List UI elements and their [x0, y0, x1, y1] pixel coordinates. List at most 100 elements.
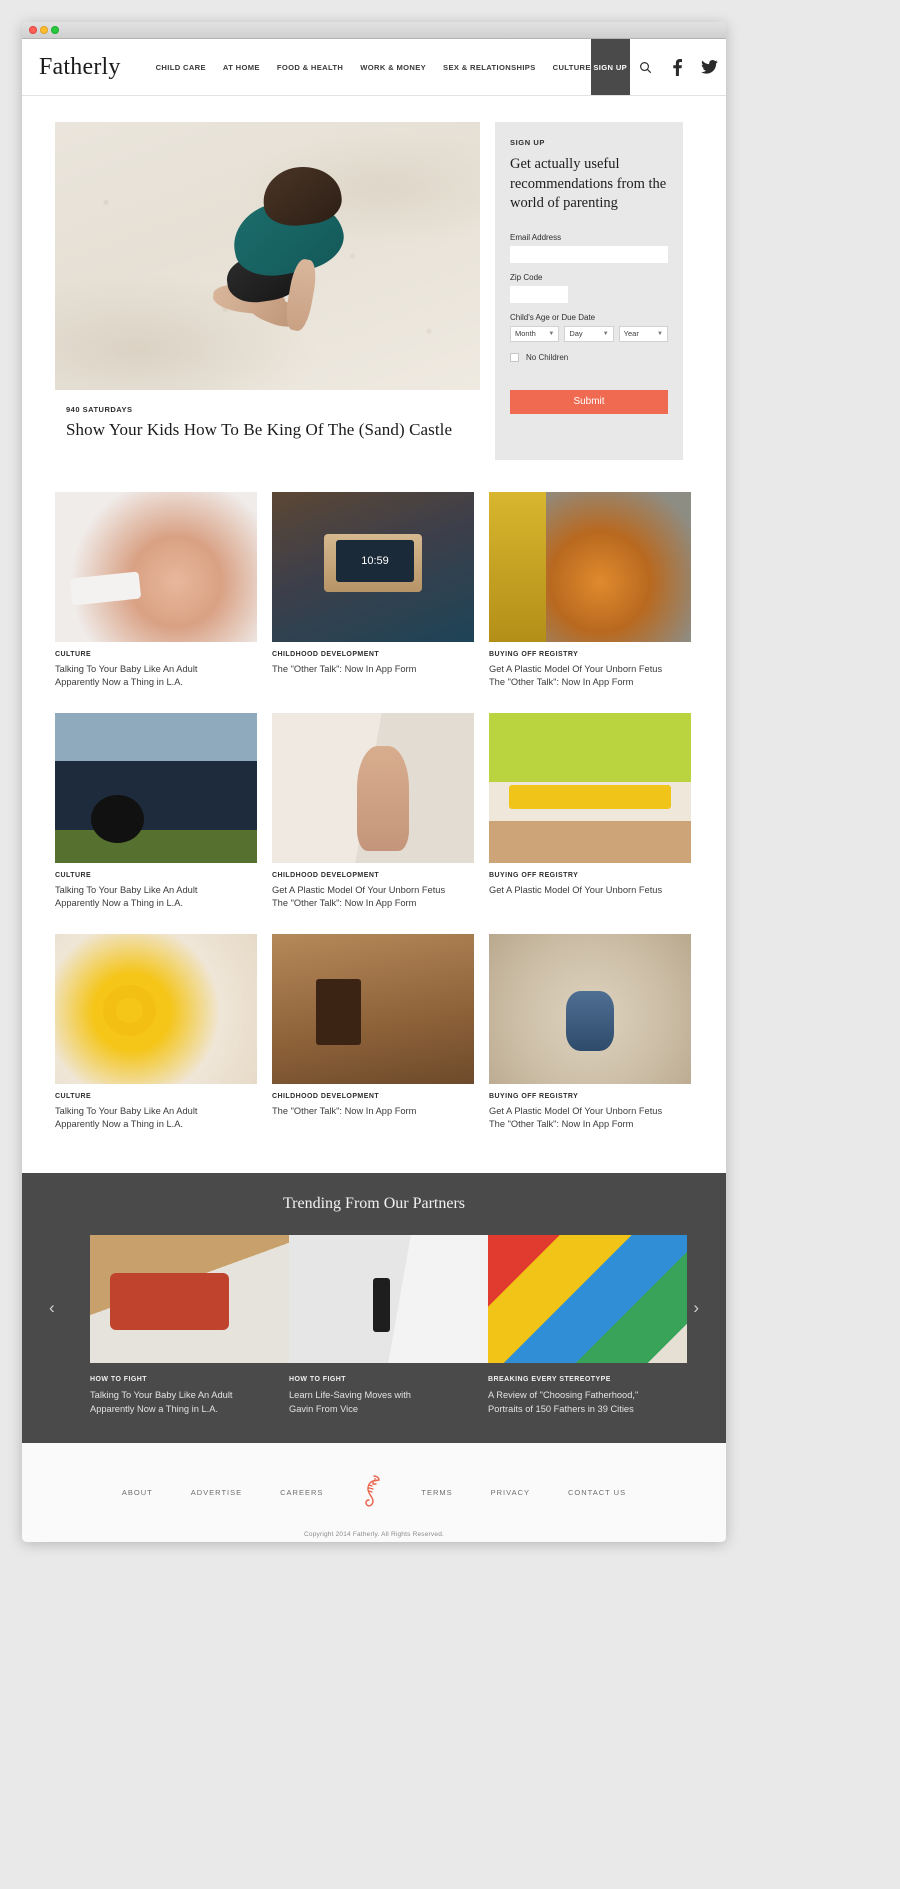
- footer-link-privacy[interactable]: PRIVACY: [491, 1488, 530, 1497]
- nav-item-food-health[interactable]: FOOD & HEALTH: [277, 63, 343, 72]
- trending-card[interactable]: HOW TO FIGHT Talking To Your Baby Like A…: [90, 1234, 289, 1417]
- site-logo[interactable]: Fatherly: [22, 39, 156, 95]
- article-kicker: CHILDHOOD DEVELOPMENT: [272, 871, 380, 879]
- article-photo: [489, 933, 691, 1084]
- twitter-icon[interactable]: [694, 39, 726, 95]
- header-signup-button[interactable]: SIGN UP: [590, 39, 630, 95]
- hero-kicker: 940 SATURDAYS: [66, 405, 133, 414]
- article-title-line1: The "Other Talk": Now In App Form: [272, 1105, 417, 1116]
- article-photo: [55, 933, 257, 1084]
- day-select-value: Day: [569, 329, 583, 339]
- month-select-value: Month: [515, 329, 536, 339]
- browser-window: Fatherly CHILD CARE AT HOME FOOD & HEALT…: [22, 22, 726, 1542]
- article-photo: [489, 492, 691, 642]
- footer-link-about[interactable]: ABOUT: [122, 1488, 153, 1497]
- article-kicker: BUYING OFF REGISTRY: [489, 1092, 579, 1100]
- trending-photo: [90, 1234, 289, 1363]
- footer-link-terms[interactable]: TERMS: [421, 1488, 452, 1497]
- window-titlebar: [22, 22, 726, 39]
- chevron-down-icon: ▼: [548, 330, 555, 337]
- no-children-label: No Children: [526, 352, 569, 362]
- trending-title-line1: Talking To Your Baby Like An Adult: [90, 1389, 233, 1400]
- seahorse-icon[interactable]: [361, 1473, 383, 1513]
- article-title-line1: Talking To Your Baby Like An Adult: [55, 1105, 198, 1116]
- email-field[interactable]: [510, 245, 668, 263]
- minimize-window-button[interactable]: [40, 26, 48, 34]
- article-title-line1: The "Other Talk": Now In App Form: [272, 664, 417, 674]
- nav-item-sex-relationships[interactable]: SEX & RELATIONSHIPS: [443, 63, 536, 72]
- close-window-button[interactable]: [29, 26, 37, 34]
- footer-link-contact-us[interactable]: CONTACT US: [568, 1488, 626, 1497]
- trending-kicker: BREAKING EVERY STEREOTYPE: [488, 1375, 611, 1383]
- trending-card[interactable]: BREAKING EVERY STEREOTYPE A Review of "C…: [488, 1234, 687, 1417]
- trending-section: Trending From Our Partners ‹ › HOW TO FI…: [22, 1172, 726, 1443]
- hero-title[interactable]: Show Your Kids How To Be King Of The (Sa…: [66, 420, 480, 440]
- hero-caption: 940 SATURDAYS Show Your Kids How To Be K…: [55, 390, 480, 460]
- carousel-prev-icon[interactable]: ‹: [49, 1298, 55, 1318]
- article-kicker: BUYING OFF REGISTRY: [489, 871, 579, 879]
- hero-article[interactable]: 940 SATURDAYS Show Your Kids How To Be K…: [55, 122, 480, 460]
- dob-label: Child's Age or Due Date: [510, 312, 596, 322]
- article-kicker: CULTURE: [55, 871, 92, 879]
- article-card[interactable]: CHILDHOOD DEVELOPMENT Get A Plastic Mode…: [272, 712, 474, 911]
- copyright-text: Copyright 2014 Fatherly. All Rights Rese…: [303, 1530, 445, 1538]
- zip-label: Zip Code: [510, 272, 543, 282]
- year-select[interactable]: Year ▼: [618, 325, 668, 342]
- article-kicker: CHILDHOOD DEVELOPMENT: [272, 1092, 380, 1100]
- nav-item-child-care[interactable]: CHILD CARE: [156, 63, 206, 72]
- article-card[interactable]: CULTURE Talking To Your Baby Like An Adu…: [55, 492, 257, 690]
- article-photo: [272, 933, 474, 1084]
- article-photo: [55, 712, 257, 863]
- footer-link-advertise[interactable]: ADVERTISE: [191, 1488, 242, 1497]
- footer-links: ABOUT ADVERTISE CAREERS TERMS PRIVACY CO…: [22, 1473, 726, 1513]
- facebook-icon[interactable]: [662, 39, 694, 95]
- trending-title-line1: Learn Life-Saving Moves with: [289, 1389, 411, 1400]
- search-icon[interactable]: [630, 39, 662, 95]
- article-card[interactable]: CULTURE Talking To Your Baby Like An Adu…: [55, 933, 257, 1132]
- article-card[interactable]: CHILDHOOD DEVELOPMENT The "Other Talk": …: [272, 933, 474, 1132]
- article-kicker: CHILDHOOD DEVELOPMENT: [272, 651, 380, 658]
- article-title-line2: The "Other Talk": Now In App Form: [489, 1119, 634, 1130]
- article-title-line2: The "Other Talk": Now In App Form: [489, 677, 634, 688]
- article-title-line2: Apparently Now a Thing in L.A.: [55, 898, 183, 909]
- article-title-line1: Get A Plastic Model Of Your Unborn Fetus: [272, 884, 446, 895]
- article-card[interactable]: 10:59 CHILDHOOD DEVELOPMENT The "Other T…: [272, 492, 474, 690]
- no-children-checkbox[interactable]: [510, 352, 519, 362]
- no-children-row: No Children: [510, 352, 668, 362]
- submit-button[interactable]: Submit: [510, 389, 668, 414]
- article-card[interactable]: BUYING OFF REGISTRY Get A Plastic Model …: [489, 492, 691, 690]
- dob-selectors: Month ▼ Day ▼ Year ▼: [510, 325, 668, 342]
- month-select[interactable]: Month ▼: [510, 325, 560, 342]
- article-photo: [489, 712, 691, 863]
- footer-link-careers[interactable]: CAREERS: [280, 1488, 323, 1497]
- article-title-line2: Apparently Now a Thing in L.A.: [55, 1119, 183, 1130]
- clock-time-display: 10:59: [336, 540, 414, 582]
- trending-carousel: HOW TO FIGHT Talking To Your Baby Like A…: [22, 1234, 726, 1417]
- page-content: 940 SATURDAYS Show Your Kids How To Be K…: [22, 96, 726, 1173]
- top-section: 940 SATURDAYS Show Your Kids How To Be K…: [55, 96, 693, 460]
- article-row: CULTURE Talking To Your Baby Like An Adu…: [55, 492, 693, 690]
- article-card[interactable]: CULTURE Talking To Your Baby Like An Adu…: [55, 712, 257, 911]
- nav-item-at-home[interactable]: AT HOME: [223, 63, 260, 72]
- article-card[interactable]: BUYING OFF REGISTRY Get A Plastic Model …: [489, 933, 691, 1132]
- article-row: CULTURE Talking To Your Baby Like An Adu…: [55, 933, 693, 1132]
- carousel-next-icon[interactable]: ›: [693, 1298, 699, 1318]
- trending-kicker: HOW TO FIGHT: [289, 1375, 346, 1383]
- zoom-window-button[interactable]: [51, 26, 59, 34]
- trending-kicker: HOW TO FIGHT: [90, 1375, 147, 1383]
- day-select[interactable]: Day ▼: [564, 325, 614, 342]
- trending-title: Trending From Our Partners: [282, 1194, 466, 1212]
- chevron-down-icon: ▼: [657, 330, 663, 337]
- trending-card[interactable]: HOW TO FIGHT Learn Life-Saving Moves wit…: [289, 1234, 488, 1417]
- child-illustration: [185, 161, 375, 372]
- article-kicker: CULTURE: [55, 1092, 92, 1100]
- nav-item-work-money[interactable]: WORK & MONEY: [360, 63, 426, 72]
- article-kicker: BUYING OFF REGISTRY: [489, 651, 579, 658]
- nav-item-culture[interactable]: CULTURE: [553, 63, 591, 72]
- trending-photo: [488, 1234, 687, 1363]
- article-grid: CULTURE Talking To Your Baby Like An Adu…: [55, 460, 693, 1173]
- main-navigation: CHILD CARE AT HOME FOOD & HEALTH WORK & …: [156, 39, 591, 95]
- zip-field[interactable]: [510, 285, 568, 303]
- signup-kicker: SIGN UP: [510, 138, 546, 147]
- article-card[interactable]: BUYING OFF REGISTRY Get A Plastic Model …: [489, 712, 691, 911]
